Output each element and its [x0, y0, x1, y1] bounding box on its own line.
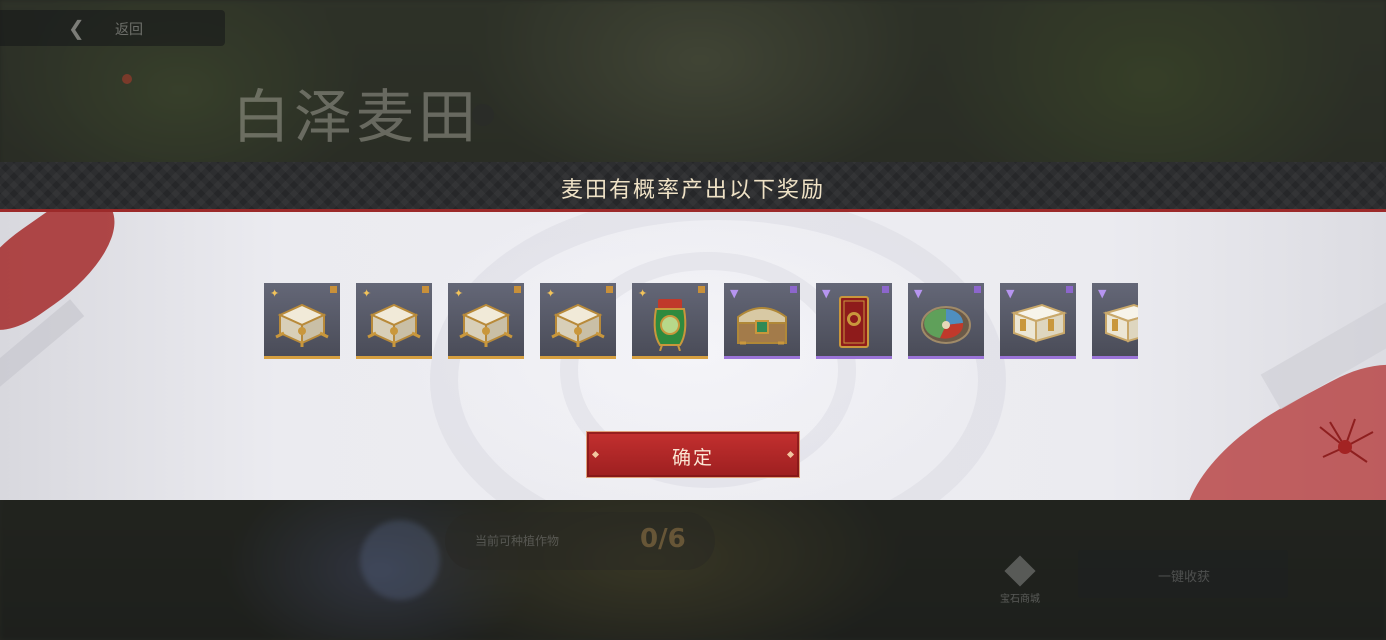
map-title: 白泽麦田 — [232, 83, 481, 151]
reward-item[interactable]: ▼ — [816, 283, 892, 359]
reward-item[interactable]: ✦ — [264, 283, 340, 359]
reward-item[interactable]: ▼ — [1000, 283, 1076, 359]
ornate-treasure-chest-icon — [737, 307, 787, 345]
white-gold-chest-icon — [551, 303, 605, 347]
harvest-button-label: 一键收获 — [1158, 570, 1211, 585]
reward-item[interactable]: ✦ — [632, 283, 708, 359]
white-box-icon — [1102, 303, 1138, 343]
info-icon — [472, 104, 494, 126]
corner-badge-icon — [1066, 286, 1073, 293]
corner-badge-icon — [514, 286, 521, 293]
corner-badge-icon — [882, 286, 889, 293]
notification-dot-icon — [122, 74, 132, 84]
harvest-button: 一键收获 — [1078, 550, 1288, 598]
modal-title: 麦田有概率产出以下奖励 — [560, 178, 825, 203]
back-button[interactable]: ❮ 返回 — [0, 10, 225, 46]
reward-panel: ✦ ✦ ✦ ✦ ✦ ▼ ▼ ▼ ▼ ▼ 确定 — [0, 212, 1386, 500]
reward-item[interactable]: ✦ — [448, 283, 524, 359]
corner-badge-icon — [790, 286, 797, 293]
reward-item[interactable]: ▼ — [1092, 283, 1138, 359]
reward-item[interactable]: ▼ — [724, 283, 800, 359]
red-spider-lily-icon — [1319, 418, 1374, 463]
white-gold-chest-icon — [459, 303, 513, 347]
reward-item[interactable]: ✦ — [540, 283, 616, 359]
crop-status-count: 0/6 — [640, 524, 686, 554]
crop-status-bubble: 当前可种植作物 0/6 — [445, 512, 715, 570]
back-label: 返回 — [115, 22, 143, 38]
reward-items-row: ✦ ✦ ✦ ✦ ✦ ▼ ▼ ▼ ▼ ▼ — [264, 283, 1138, 359]
crop-status-text: 当前可种植作物 — [475, 534, 560, 548]
corner-badge-icon — [422, 286, 429, 293]
modal-header: 麦田有概率产出以下奖励 — [0, 162, 1386, 209]
tricolor-orb-icon — [921, 306, 971, 344]
white-gold-chest-icon — [367, 303, 421, 347]
corner-badge-icon — [974, 286, 981, 293]
reward-item[interactable]: ✦ — [356, 283, 432, 359]
white-gold-chest-icon — [275, 303, 329, 347]
reward-item[interactable]: ▼ — [908, 283, 984, 359]
orb-icon — [360, 520, 440, 600]
corner-badge-icon — [698, 286, 705, 293]
back-arrow-icon: ❮ — [68, 16, 85, 40]
confirm-button[interactable]: 确定 — [586, 431, 800, 478]
gem-shop-label: 宝石商城 — [1000, 594, 1040, 605]
gem-shop-button: 宝石商城 — [995, 555, 1045, 605]
green-jade-pouch-icon — [653, 299, 687, 351]
confirm-button-label: 确定 — [671, 447, 714, 469]
corner-badge-icon — [330, 286, 337, 293]
white-box-icon — [1010, 303, 1068, 343]
red-card-icon — [839, 296, 869, 348]
gem-icon — [1004, 555, 1036, 587]
corner-badge-icon — [606, 286, 613, 293]
